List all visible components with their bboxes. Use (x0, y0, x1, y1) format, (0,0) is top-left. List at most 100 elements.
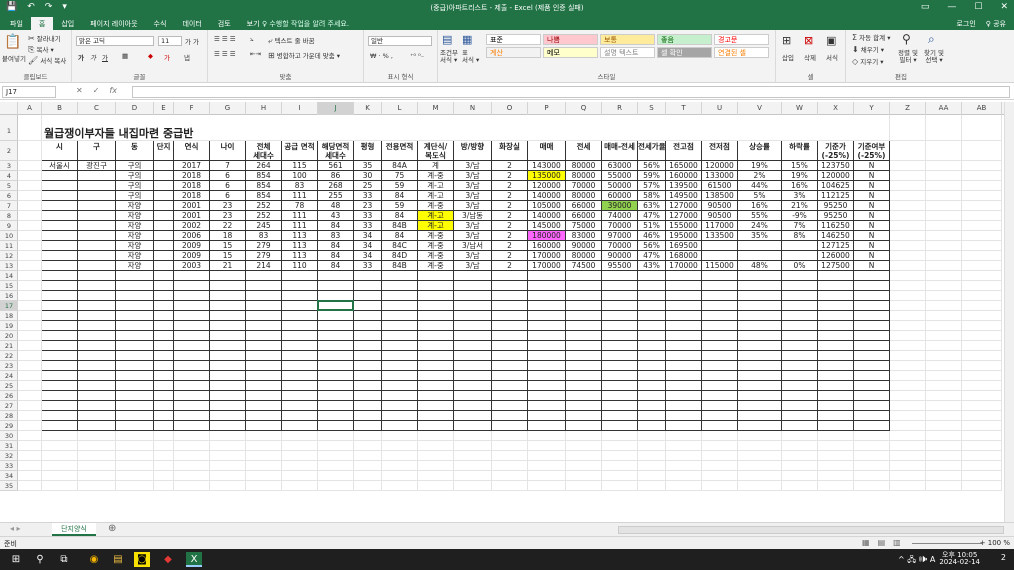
cell-C22[interactable] (78, 351, 116, 361)
cell-D8[interactable]: 자양 (116, 211, 154, 221)
cell-W33[interactable] (782, 461, 818, 471)
cell-V20[interactable] (738, 331, 782, 341)
cell-Y7[interactable]: N (854, 201, 890, 211)
cell-A16[interactable] (18, 291, 42, 301)
cell-K14[interactable] (354, 271, 382, 281)
cell-E14[interactable] (154, 271, 174, 281)
cell-T6[interactable]: 149500 (666, 191, 702, 201)
cell-N24[interactable] (454, 371, 492, 381)
cell-U9[interactable]: 117000 (702, 221, 738, 231)
cell-H32[interactable] (246, 451, 282, 461)
cell-P21[interactable] (528, 341, 566, 351)
cell-Z32[interactable] (890, 451, 926, 461)
cell-Z28[interactable] (890, 411, 926, 421)
cell-V34[interactable] (738, 471, 782, 481)
cell-L7[interactable]: 59 (382, 201, 418, 211)
cell-M15[interactable] (418, 281, 454, 291)
cell-V33[interactable] (738, 461, 782, 471)
cell-M29[interactable] (418, 421, 454, 431)
cell-V4[interactable]: 2% (738, 171, 782, 181)
cell-Y32[interactable] (854, 451, 890, 461)
cell-AA15[interactable] (926, 281, 962, 291)
notification-icon[interactable]: 2 (1001, 553, 1006, 562)
cell-C30[interactable] (78, 431, 116, 441)
cell-H31[interactable] (246, 441, 282, 451)
column-header-W[interactable]: W (782, 102, 818, 115)
cell-P22[interactable] (528, 351, 566, 361)
cell-V13[interactable]: 48% (738, 261, 782, 271)
cancel-icon[interactable]: ✕ (76, 86, 83, 95)
cell-Q31[interactable] (566, 441, 602, 451)
cell-T9[interactable]: 155000 (666, 221, 702, 231)
cell-N17[interactable] (454, 301, 492, 311)
tell-me-search[interactable]: ♀ 수행할 작업을 알려 주세요. (262, 19, 349, 29)
cell-E8[interactable] (154, 211, 174, 221)
cell-Y11[interactable]: N (854, 241, 890, 251)
cell-W22[interactable] (782, 351, 818, 361)
cell-O23[interactable] (492, 361, 528, 371)
cell-Q4[interactable]: 80000 (566, 171, 602, 181)
cell-T26[interactable] (666, 391, 702, 401)
cell-Y4[interactable]: N (854, 171, 890, 181)
cell-Y15[interactable] (854, 281, 890, 291)
cell-J30[interactable] (318, 431, 354, 441)
cell-L13[interactable]: 84B (382, 261, 418, 271)
cell-I16[interactable] (282, 291, 318, 301)
cell-R35[interactable] (602, 481, 638, 491)
cell-Z18[interactable] (890, 311, 926, 321)
cell-R12[interactable]: 90000 (602, 251, 638, 261)
cell-A5[interactable] (18, 181, 42, 191)
cell-G35[interactable] (210, 481, 246, 491)
cell-J33[interactable] (318, 461, 354, 471)
cell-F22[interactable] (174, 351, 210, 361)
cell-U19[interactable] (702, 321, 738, 331)
cell-R3[interactable]: 63000 (602, 161, 638, 171)
cell-M22[interactable] (418, 351, 454, 361)
vertical-scrollbar[interactable] (1004, 102, 1014, 522)
cell-X16[interactable] (818, 291, 854, 301)
cell-AA6[interactable] (926, 191, 962, 201)
cell-L31[interactable] (382, 441, 418, 451)
row-header[interactable]: 1 (0, 115, 18, 141)
cell-O29[interactable] (492, 421, 528, 431)
menu-tab-2[interactable]: 삽입 (53, 17, 82, 30)
cell-M28[interactable] (418, 411, 454, 421)
cell-J32[interactable] (318, 451, 354, 461)
table-format-button[interactable]: 표 서식 ▾ (462, 50, 479, 64)
cell-P12[interactable]: 170000 (528, 251, 566, 261)
cell-AB12[interactable] (962, 251, 1002, 261)
cell-V16[interactable] (738, 291, 782, 301)
cell-C10[interactable] (78, 231, 116, 241)
cell-M2[interactable]: 계단식/ 복도식 (418, 141, 454, 161)
cell-N35[interactable] (454, 481, 492, 491)
cell-R20[interactable] (602, 331, 638, 341)
cell-V21[interactable] (738, 341, 782, 351)
cell-N2[interactable]: 방/방향 (454, 141, 492, 161)
cell-K35[interactable] (354, 481, 382, 491)
cell-A8[interactable] (18, 211, 42, 221)
cell-U33[interactable] (702, 461, 738, 471)
cell-N32[interactable] (454, 451, 492, 461)
cell-R4[interactable]: 55000 (602, 171, 638, 181)
column-header-O[interactable]: O (492, 102, 528, 115)
cell-F11[interactable]: 2009 (174, 241, 210, 251)
cell-F14[interactable] (174, 271, 210, 281)
cell-Z7[interactable] (890, 201, 926, 211)
cell-S33[interactable] (638, 461, 666, 471)
cell-U5[interactable]: 61500 (702, 181, 738, 191)
cell-I28[interactable] (282, 411, 318, 421)
cell-AB7[interactable] (962, 201, 1002, 211)
cell-N4[interactable]: 3/남 (454, 171, 492, 181)
cell-W30[interactable] (782, 431, 818, 441)
cell-Q15[interactable] (566, 281, 602, 291)
row-header[interactable]: 17 (0, 301, 18, 311)
row-header[interactable]: 28 (0, 411, 18, 421)
cell-B29[interactable] (42, 421, 78, 431)
cell-Z5[interactable] (890, 181, 926, 191)
cell-S4[interactable]: 59% (638, 171, 666, 181)
cell-C35[interactable] (78, 481, 116, 491)
cell-K26[interactable] (354, 391, 382, 401)
cell-O22[interactable] (492, 351, 528, 361)
cell-W14[interactable] (782, 271, 818, 281)
cell-X35[interactable] (818, 481, 854, 491)
